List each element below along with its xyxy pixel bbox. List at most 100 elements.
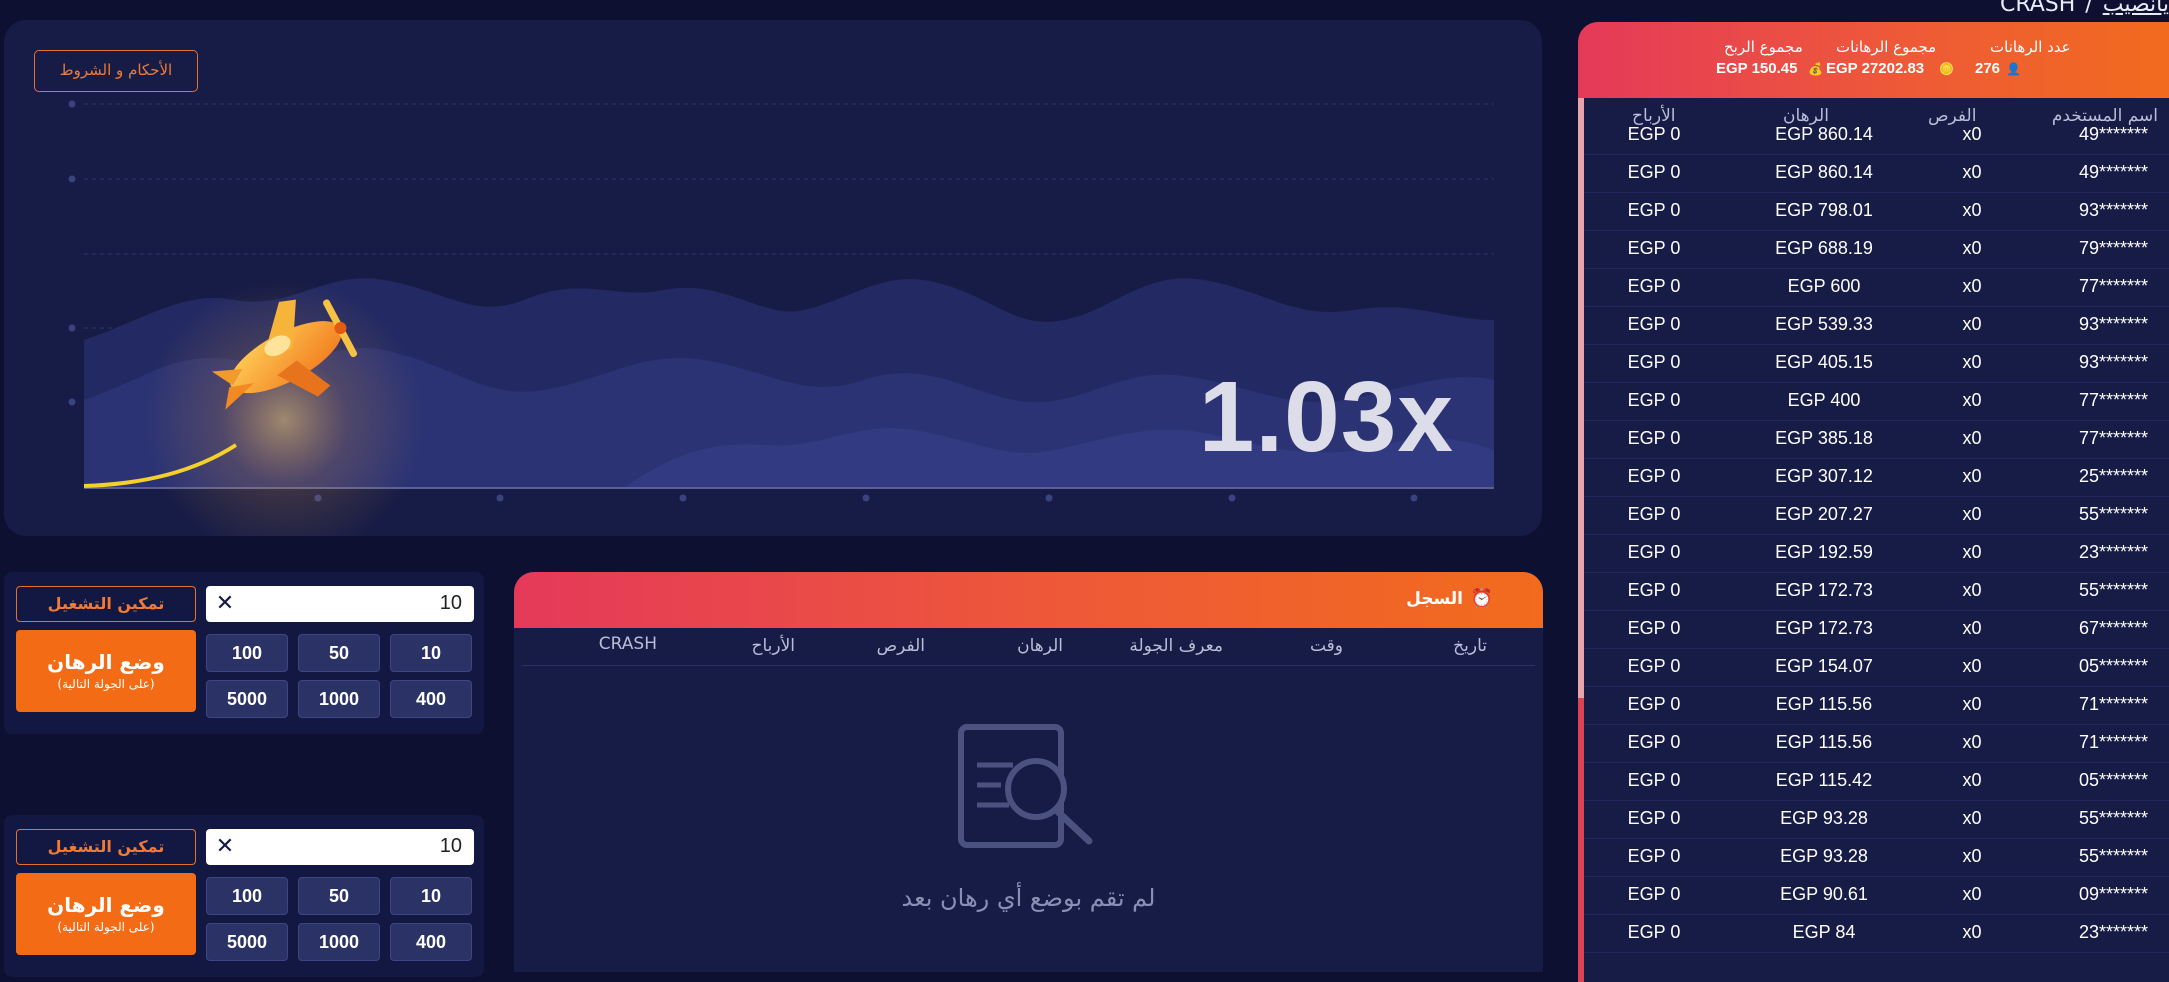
history-col-time: وقت — [1309, 636, 1343, 656]
bet-row: 23******* x0 EGP 192.59 EGP 0 — [1584, 534, 2169, 573]
chip-button[interactable]: 100 — [206, 877, 288, 915]
game-panel: الأحكام و الشروط 1.03x — [4, 20, 1542, 536]
place-bet-button[interactable]: وضع الرهان (على الجولة التالية) — [16, 630, 196, 712]
bet-row-amount: EGP 115.42 — [1775, 770, 1873, 790]
bet-row: 55******* x0 EGP 93.28 EGP 0 — [1584, 800, 2169, 839]
bet-row-odds: x0 — [1962, 922, 1982, 942]
alarm-clock-icon: ⏰ — [1470, 588, 1493, 609]
history-col-odds: الفرص — [876, 636, 925, 656]
bet-row: 55******* x0 EGP 172.73 EGP 0 — [1584, 572, 2169, 611]
bet-panel-1: تمكين التشغيل التلقائي ✕ 10 وضع الرهان (… — [4, 572, 484, 734]
bet-row-odds: x0 — [1962, 580, 1982, 600]
bet-row-amount: EGP 115.56 — [1775, 694, 1873, 714]
bet-row-user: 05******* — [2078, 770, 2148, 790]
bet-row-win: EGP 0 — [1627, 732, 1681, 752]
history-title: السجل — [1406, 589, 1463, 609]
bet-amount-input[interactable]: ✕ 10 — [206, 586, 474, 622]
bet-row-odds: x0 — [1962, 846, 1982, 866]
chip-button[interactable]: 50 — [298, 634, 380, 672]
bet-row-amount: EGP 84 — [1792, 922, 1856, 942]
place-bet-sublabel: (على الجولة التالية) — [57, 920, 155, 934]
bet-row: 23******* x0 EGP 84 EGP 0 — [1584, 914, 2169, 953]
history-col-win: الأرباح — [751, 636, 795, 656]
bet-row-win: EGP 0 — [1627, 846, 1681, 866]
bet-row-odds: x0 — [1962, 390, 1982, 410]
bet-row-odds: x0 — [1962, 162, 1982, 182]
win-total-label: مجموع الربح — [1724, 38, 1803, 56]
place-bet-button[interactable]: وضع الرهان (على الجولة التالية) — [16, 873, 196, 955]
bet-row-win: EGP 0 — [1627, 276, 1681, 296]
bet-row-odds: x0 — [1962, 466, 1982, 486]
bet-row: 93******* x0 EGP 798.01 EGP 0 — [1584, 192, 2169, 231]
bet-row-odds: x0 — [1962, 732, 1982, 752]
bet-row: 67******* x0 EGP 172.73 EGP 0 — [1584, 610, 2169, 649]
chip-button[interactable]: 10 — [390, 634, 472, 672]
bet-row-user: 67******* — [2078, 618, 2148, 638]
bet-row-win: EGP 0 — [1627, 352, 1681, 372]
bet-row-odds: x0 — [1962, 694, 1982, 714]
chip-button[interactable]: 50 — [298, 877, 380, 915]
bet-row-user: 79******* — [2078, 238, 2148, 258]
autoplay-button[interactable]: تمكين التشغيل التلقائي — [16, 586, 196, 646]
bet-row-user: 55******* — [2078, 580, 2148, 600]
chip-button[interactable]: 400 — [390, 680, 472, 718]
bet-row-odds: x0 — [1962, 238, 1982, 258]
bet-row-amount: EGP 405.15 — [1775, 352, 1873, 372]
chip-button[interactable]: 100 — [206, 634, 288, 672]
clear-icon[interactable]: ✕ — [214, 836, 236, 858]
bet-row-win: EGP 0 — [1627, 390, 1681, 410]
bet-row-user: 71******* — [2078, 732, 2148, 752]
bet-row-user: 55******* — [2078, 808, 2148, 828]
bet-row-amount: EGP 385.18 — [1775, 428, 1873, 448]
chip-button[interactable]: 10 — [390, 877, 472, 915]
live-bets-panel: عدد الرهانات 👤 276 مجموع الرهانات 🪙 EGP … — [1578, 22, 2169, 982]
bet-row-amount: EGP 93.28 — [1780, 808, 1868, 828]
place-bet-sublabel: (على الجولة التالية) — [57, 677, 155, 691]
bet-panel-2: تمكين التشغيل التلقائي ✕ 10 وضع الرهان (… — [4, 815, 484, 977]
bet-row-user: 55******* — [2078, 504, 2148, 524]
bet-row-win: EGP 0 — [1627, 694, 1681, 714]
bet-row-win: EGP 0 — [1627, 922, 1681, 942]
chip-button[interactable]: 5000 — [206, 680, 288, 718]
bet-row-win: EGP 0 — [1627, 580, 1681, 600]
bet-row-amount: EGP 115.56 — [1775, 732, 1873, 752]
bet-row: 71******* x0 EGP 115.56 EGP 0 — [1584, 724, 2169, 763]
bet-row-win: EGP 0 — [1627, 124, 1681, 144]
history-col-date: تاريخ — [1453, 636, 1487, 656]
bet-row: 49******* x0 EGP 860.14 EGP 0 — [1584, 116, 2169, 155]
bet-row-odds: x0 — [1962, 656, 1982, 676]
bet-row-user: 49******* — [2078, 162, 2148, 182]
clear-icon[interactable]: ✕ — [214, 593, 236, 615]
bet-row: 55******* x0 EGP 207.27 EGP 0 — [1584, 496, 2169, 535]
bet-row-amount: EGP 539.33 — [1775, 314, 1873, 334]
history-divider — [522, 665, 1535, 666]
bet-row: 71******* x0 EGP 115.56 EGP 0 — [1584, 686, 2169, 725]
bet-row: 55******* x0 EGP 93.28 EGP 0 — [1584, 838, 2169, 877]
history-col-round-id: معرف الجولة — [1129, 636, 1223, 656]
bet-row-win: EGP 0 — [1627, 656, 1681, 676]
empty-search-icon — [958, 724, 1093, 848]
bet-row: 77******* x0 EGP 400 EGP 0 — [1584, 382, 2169, 421]
autoplay-button[interactable]: تمكين التشغيل التلقائي — [16, 829, 196, 889]
user-icon: 👤 — [2006, 62, 2021, 76]
chip-button[interactable]: 5000 — [206, 923, 288, 961]
bets-count-value: 276 — [1975, 60, 2001, 77]
bet-row: 77******* x0 EGP 600 EGP 0 — [1584, 268, 2169, 307]
chip-button[interactable]: 400 — [390, 923, 472, 961]
bet-row-win: EGP 0 — [1627, 314, 1681, 334]
bet-row-win: EGP 0 — [1627, 542, 1681, 562]
bet-amount-input[interactable]: ✕ 10 — [206, 829, 474, 865]
bet-row-amount: EGP 600 — [1787, 276, 1861, 296]
chip-button[interactable]: 1000 — [298, 923, 380, 961]
bet-row: 49******* x0 EGP 860.14 EGP 0 — [1584, 154, 2169, 193]
bet-row-user: 55******* — [2078, 846, 2148, 866]
bet-row: 09******* x0 EGP 90.61 EGP 0 — [1584, 876, 2169, 915]
place-bet-label: وضع الرهان — [47, 893, 165, 917]
bet-row-win: EGP 0 — [1627, 770, 1681, 790]
bet-row-amount: EGP 90.61 — [1780, 884, 1868, 904]
bet-row-amount: EGP 154.07 — [1775, 656, 1873, 676]
bet-amount-value: 10 — [439, 592, 462, 614]
chip-button[interactable]: 1000 — [298, 680, 380, 718]
bet-row-odds: x0 — [1962, 770, 1982, 790]
breadcrumb-link-lottery[interactable]: يانصيب — [2103, 0, 2169, 17]
